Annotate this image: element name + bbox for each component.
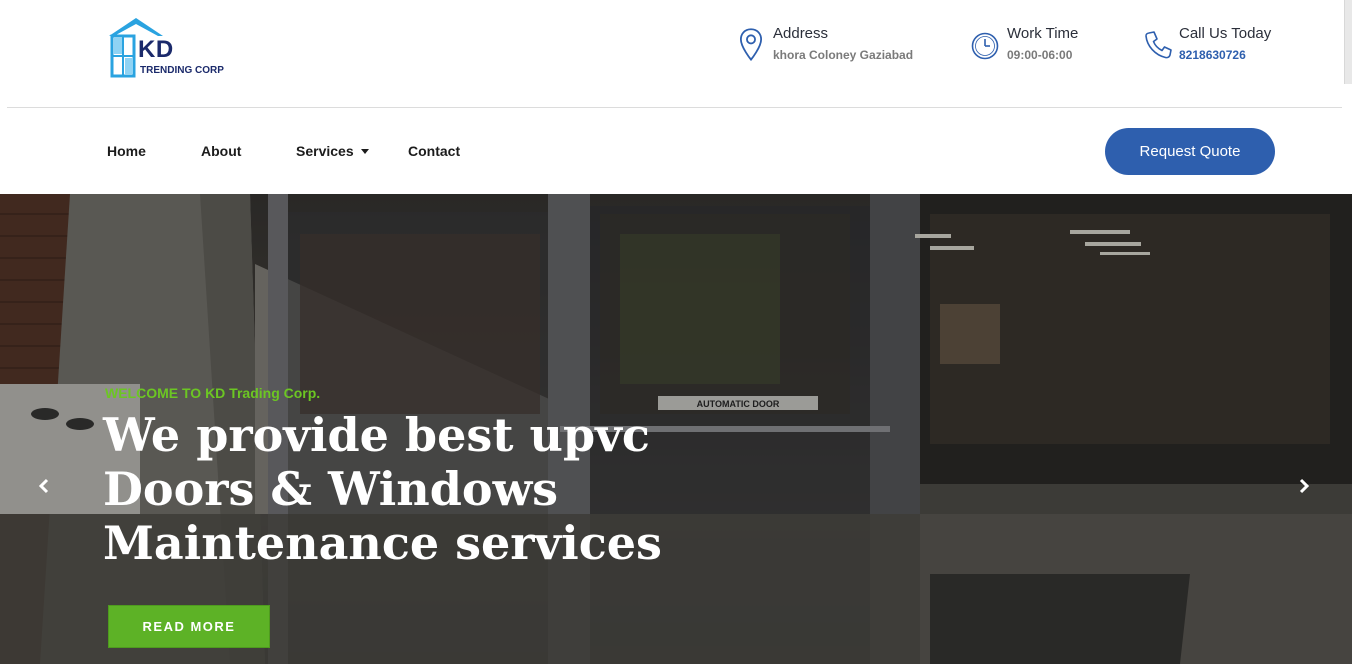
chevron-left-icon xyxy=(38,478,49,494)
work-time-title: Work Time xyxy=(1007,25,1079,42)
nav-item-services-label: Services xyxy=(296,143,354,159)
slider-next-button[interactable] xyxy=(1292,474,1316,498)
nav-item-home[interactable]: Home xyxy=(107,143,146,159)
phone-icon xyxy=(1145,31,1172,59)
phone-info: Call Us Today 8218630726 xyxy=(1143,25,1283,69)
hero-headline-line: We provide best upvc xyxy=(103,408,650,462)
hero-welcome-text: WELCOME TO KD Trading Corp. xyxy=(105,385,321,401)
clock-icon xyxy=(971,32,999,60)
site-logo[interactable]: KD TRENDING CORP xyxy=(108,16,238,82)
main-nav: Home About Services Contact Request Quot… xyxy=(0,108,1352,194)
page-scrollbar[interactable] xyxy=(1344,0,1352,84)
address-title: Address xyxy=(773,25,829,42)
work-time-value: 09:00-06:00 xyxy=(1007,48,1073,62)
hero-slider: AUTOMATIC DOOR WELCOME TO KD Trading Cor… xyxy=(0,194,1352,664)
location-pin-icon xyxy=(739,28,763,62)
top-bar: KD TRENDING CORP Address khora Coloney G… xyxy=(0,0,1352,108)
request-quote-button[interactable]: Request Quote xyxy=(1105,128,1275,175)
nav-item-services[interactable]: Services xyxy=(296,143,369,159)
hero-headline: We provide best upvc Doors & Windows Mai… xyxy=(103,408,743,570)
nav-item-about[interactable]: About xyxy=(201,143,241,159)
phone-number-link[interactable]: 8218630726 xyxy=(1179,47,1246,63)
read-more-button[interactable]: READ MORE xyxy=(108,605,270,648)
hero-headline-line: Maintenance services xyxy=(103,516,662,570)
address-info: Address khora Coloney Gaziabad xyxy=(736,25,926,69)
phone-title: Call Us Today xyxy=(1179,25,1272,42)
logo-subtext: TRENDING CORP xyxy=(140,65,224,76)
logo-text: KD xyxy=(138,36,174,63)
address-value: khora Coloney Gaziabad xyxy=(773,48,914,62)
chevron-right-icon xyxy=(1299,478,1310,494)
slider-prev-button[interactable] xyxy=(32,474,56,498)
chevron-down-icon xyxy=(360,149,369,154)
nav-item-contact[interactable]: Contact xyxy=(408,143,460,159)
hero-headline-line: Doors & Windows xyxy=(103,462,559,516)
work-time-info: Work Time 09:00-06:00 xyxy=(971,25,1101,69)
